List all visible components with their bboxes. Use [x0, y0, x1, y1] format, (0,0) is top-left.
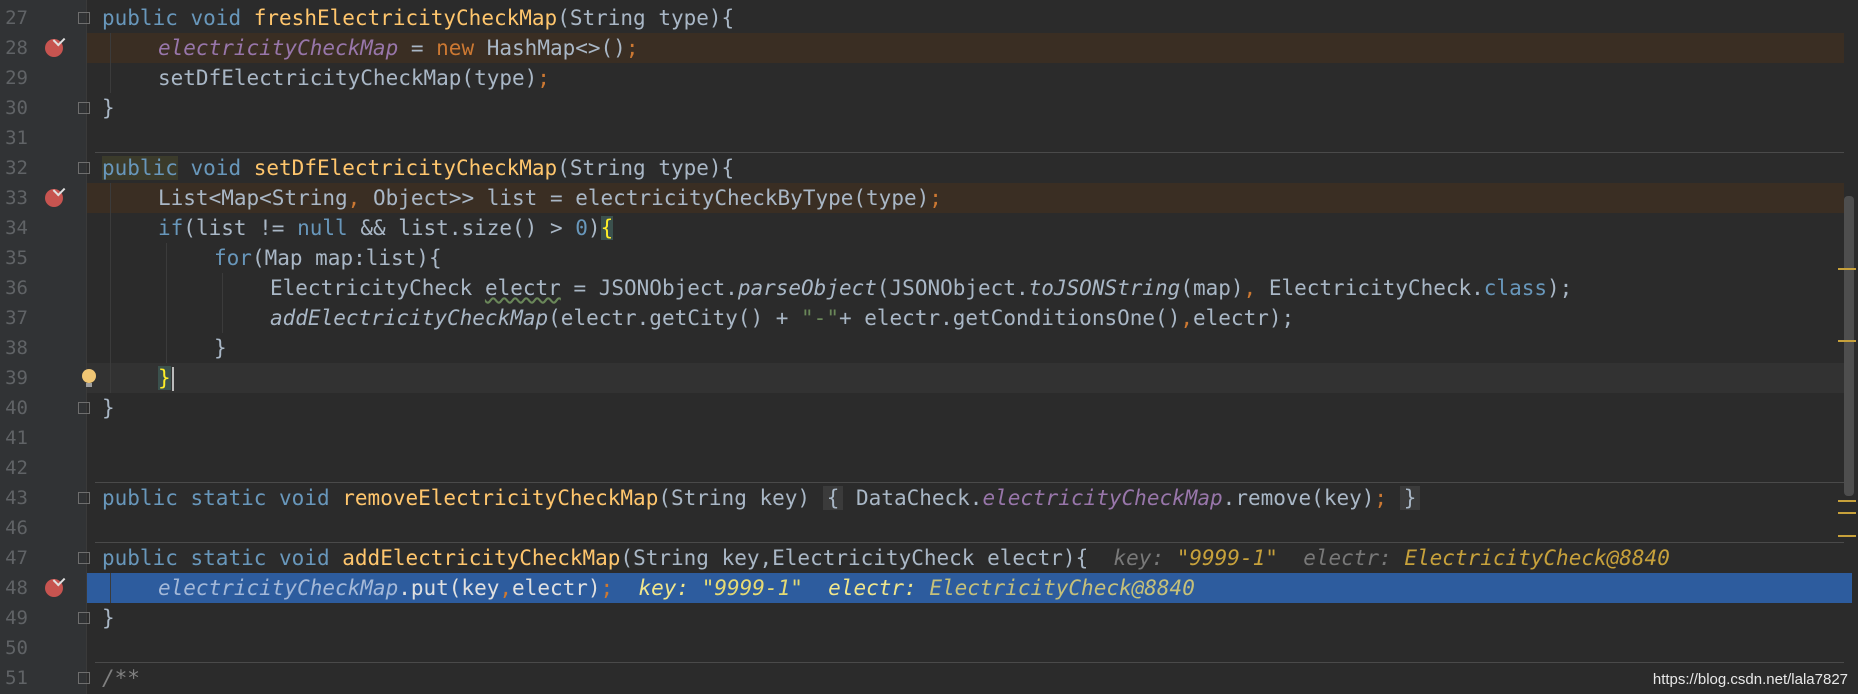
code-line[interactable]: 40 } — [0, 393, 1858, 423]
line-number: 42 — [5, 457, 28, 479]
line-number: 49 — [5, 607, 28, 629]
line-number: 51 — [5, 667, 28, 689]
fold-toggle-icon[interactable] — [78, 102, 90, 114]
line-number: 47 — [5, 547, 28, 569]
code-line[interactable]: 30 } — [0, 93, 1858, 123]
warning-mark[interactable] — [1838, 500, 1856, 502]
code-text: ElectricityCheck electr = JSONObject.par… — [270, 276, 1573, 300]
breakpoint-icon[interactable] — [45, 579, 63, 597]
line-number: 38 — [5, 337, 28, 359]
code-line[interactable]: 49 } — [0, 603, 1858, 633]
code-line[interactable]: 28 electricityCheckMap = new HashMap<>()… — [0, 33, 1858, 63]
line-number: 30 — [5, 97, 28, 119]
folded-region[interactable]: { — [822, 486, 844, 510]
code-line[interactable]: 39 } — [0, 363, 1858, 393]
breakpoint-icon[interactable] — [45, 189, 63, 207]
lightbulb-icon[interactable] — [82, 369, 96, 387]
watermark: https://blog.csdn.net/lala7827 — [1652, 671, 1848, 688]
code-line[interactable]: 29 setDfElectricityCheckMap(type); — [0, 63, 1858, 93]
code-text: electricityCheckMap.put(key,electr); key… — [158, 576, 1195, 600]
code-text: setDfElectricityCheckMap(type); — [158, 66, 550, 90]
code-text: } — [214, 336, 227, 360]
line-number: 28 — [5, 37, 28, 59]
code-text: electricityCheckMap = new HashMap<>(); — [158, 36, 639, 60]
line-number: 31 — [5, 127, 28, 149]
code-text: public static void addElectricityCheckMa… — [102, 546, 1670, 570]
code-line[interactable]: 33 List<Map<String, Object>> list = elec… — [0, 183, 1858, 213]
code-line[interactable]: 27 public void freshElectricityCheckMap(… — [0, 3, 1858, 33]
line-number: 46 — [5, 517, 28, 539]
fold-toggle-icon[interactable] — [78, 552, 90, 564]
code-line[interactable]: 41 — [0, 423, 1858, 453]
line-number: 34 — [5, 217, 28, 239]
code-line[interactable]: 31 — [0, 123, 1858, 153]
warning-mark[interactable] — [1838, 268, 1856, 270]
fold-toggle-icon[interactable] — [78, 162, 90, 174]
line-number: 39 — [5, 367, 28, 389]
line-number: 48 — [5, 577, 28, 599]
line-number: 32 — [5, 157, 28, 179]
warning-mark[interactable] — [1838, 512, 1856, 514]
fold-toggle-icon[interactable] — [78, 612, 90, 624]
line-number: 41 — [5, 427, 28, 449]
vertical-scrollbar[interactable] — [1844, 196, 1854, 496]
code-line[interactable]: 37 addElectricityCheckMap(electr.getCity… — [0, 303, 1858, 333]
line-number: 29 — [5, 67, 28, 89]
fold-toggle-icon[interactable] — [78, 402, 90, 414]
inline-debug-hint: key: — [1113, 546, 1177, 570]
code-line[interactable]: 36 ElectricityCheck electr = JSONObject.… — [0, 273, 1858, 303]
fold-toggle-icon[interactable] — [78, 672, 90, 684]
code-text: for(Map map:list){ — [214, 246, 442, 270]
fold-toggle-icon[interactable] — [78, 12, 90, 24]
code-line[interactable]: 32 public void setDfElectricityCheckMap(… — [0, 153, 1858, 183]
warning-mark[interactable] — [1838, 340, 1856, 342]
code-line[interactable]: 42 — [0, 453, 1858, 483]
code-text: } — [158, 363, 174, 393]
code-text: public static void removeElectricityChec… — [102, 483, 1421, 513]
expand-fold-icon[interactable] — [78, 492, 90, 504]
code-line[interactable]: 46 — [0, 513, 1858, 543]
inline-debug-hint: electr: — [828, 576, 930, 600]
code-text: List<Map<String, Object>> list = electri… — [158, 186, 942, 210]
code-text: /** — [102, 666, 140, 690]
code-text: if(list != null && list.size() > 0){ — [158, 216, 614, 240]
inline-debug-hint: electr: — [1303, 546, 1405, 570]
code-line[interactable]: 35 for(Map map:list){ — [0, 243, 1858, 273]
inline-debug-hint: key: — [638, 576, 702, 600]
code-line[interactable]: 51 /** — [0, 663, 1858, 693]
line-number: 50 — [5, 637, 28, 659]
code-line[interactable]: 38 } — [0, 333, 1858, 363]
line-number: 27 — [5, 7, 28, 29]
line-number: 36 — [5, 277, 28, 299]
line-number: 40 — [5, 397, 28, 419]
code-text: addElectricityCheckMap(electr.getCity() … — [270, 306, 1295, 330]
code-text: } — [102, 96, 115, 120]
line-number: 35 — [5, 247, 28, 269]
breakpoint-icon[interactable] — [45, 39, 63, 57]
code-line-execution-point[interactable]: 48 electricityCheckMap.put(key,electr); … — [0, 573, 1858, 603]
code-line[interactable]: 47 public static void addElectricityChec… — [0, 543, 1858, 573]
text-caret — [171, 367, 174, 391]
code-editor[interactable]: 27 public void freshElectricityCheckMap(… — [0, 0, 1858, 694]
code-text: public void freshElectricityCheckMap(Str… — [102, 6, 735, 30]
line-number: 43 — [5, 487, 28, 509]
code-text: public void setDfElectricityCheckMap(Str… — [102, 156, 735, 180]
line-number: 37 — [5, 307, 28, 329]
code-line[interactable]: 43 public static void removeElectricityC… — [0, 483, 1858, 513]
code-line[interactable]: 34 if(list != null && list.size() > 0){ — [0, 213, 1858, 243]
code-text: } — [102, 396, 115, 420]
warning-mark[interactable] — [1838, 535, 1856, 537]
code-text: } — [102, 606, 115, 630]
folded-region[interactable]: } — [1399, 486, 1421, 510]
code-line[interactable]: 50 — [0, 633, 1858, 663]
line-number: 33 — [5, 187, 28, 209]
